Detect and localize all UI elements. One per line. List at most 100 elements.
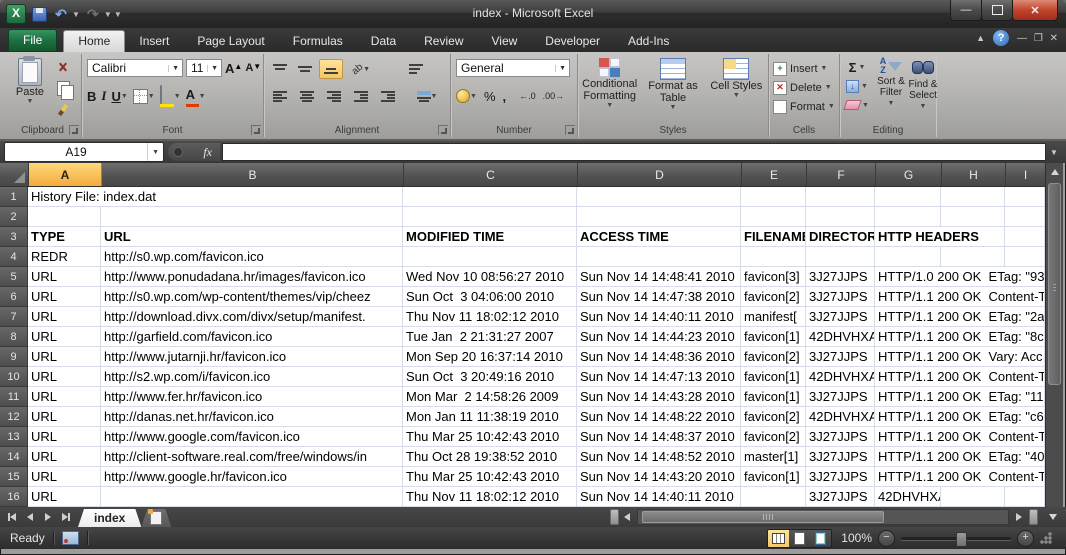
insert-cells-button[interactable]: +Insert▼ [773,59,839,78]
insert-worksheet-button[interactable] [141,509,171,527]
column-header-F[interactable]: F [807,163,876,186]
tab-developer[interactable]: Developer [531,31,614,52]
cell-F11[interactable]: 3J27JJPS [806,387,875,407]
format-cells-button[interactable]: Format▼ [773,97,839,116]
cell-G12[interactable]: HTTP/1.1 200 OK ETag: "c68 [875,407,1045,427]
close-button[interactable]: ✕ [1012,0,1058,21]
cell-G5[interactable]: HTTP/1.0 200 OK ETag: "930 [875,267,1045,287]
cell-G7[interactable]: HTTP/1.1 200 OK ETag: "2ae [875,307,1045,327]
zoom-in-button[interactable]: + [1017,530,1034,547]
row-header-11[interactable]: 11 [0,387,28,407]
cell-I4[interactable] [1005,247,1045,267]
tab-review[interactable]: Review [410,31,477,52]
sheet-tab-index[interactable]: index [78,509,141,527]
fill-dropdown[interactable]: ▼ [861,83,868,90]
font-name-dropdown[interactable]: ▼ [168,65,182,72]
select-all-corner[interactable] [0,163,29,186]
cell-G10[interactable]: HTTP/1.1 200 OK Content-T [875,367,1045,387]
cell-D9[interactable]: Sun Nov 14 14:48:36 2010 [577,347,741,367]
accounting-format-button[interactable]: ▼ [456,87,477,105]
cell-I2[interactable] [1005,207,1045,227]
conditional-formatting-dropdown[interactable]: ▼ [606,102,613,109]
cell-H4[interactable] [941,247,1005,267]
cell-G1[interactable] [875,187,941,207]
cell-E4[interactable] [741,247,806,267]
cell-F1[interactable] [806,187,875,207]
align-middle-button[interactable] [294,60,316,78]
cell-C3[interactable]: MODIFIED TIME [403,227,577,247]
name-box-dropdown[interactable]: ▼ [147,143,163,161]
first-sheet-button[interactable] [4,510,20,524]
cell-G11[interactable]: HTTP/1.1 200 OK ETag: "117 [875,387,1045,407]
minimize-ribbon-icon[interactable]: ▲ [976,33,985,43]
cell-A2[interactable] [28,207,101,227]
hscroll-split-handle[interactable] [1029,509,1038,525]
row-header-4[interactable]: 4 [0,247,28,267]
find-select-dropdown[interactable]: ▼ [920,101,927,112]
macro-record-button[interactable] [62,531,79,545]
cell-E11[interactable]: favicon[1] [741,387,806,407]
cell-E5[interactable]: favicon[3] [741,267,806,287]
hscroll-right-button[interactable] [1011,510,1027,524]
cell-E13[interactable]: favicon[2] [741,427,806,447]
orientation-button[interactable]: ab▼ [346,60,376,78]
zoom-out-button[interactable]: − [878,530,895,547]
cell-F6[interactable]: 3J27JJPS [806,287,875,307]
cell-G4[interactable] [875,247,941,267]
cell-E8[interactable]: favicon[1] [741,327,806,347]
bold-button[interactable]: B [87,87,96,105]
cell-B9[interactable]: http://www.jutarnji.hr/favicon.ico [101,347,403,367]
format-painter-button[interactable] [52,101,74,118]
sort-filter-button[interactable]: AZ Sort & Filter ▼ [876,56,906,112]
cell-D4[interactable] [577,247,741,267]
cell-F7[interactable]: 3J27JJPS [806,307,875,327]
column-header-C[interactable]: C [404,163,578,186]
cell-F16[interactable]: 3J27JJPS [806,487,875,507]
cell-B15[interactable]: http://www.google.hr/favicon.ico [101,467,403,487]
accounting-dropdown[interactable]: ▼ [470,93,477,100]
cell-I1[interactable] [1005,187,1045,207]
cell-C12[interactable]: Mon Jan 11 11:38:19 2010 [403,407,577,427]
cell-I16[interactable] [1005,487,1045,507]
row-header-13[interactable]: 13 [0,427,28,447]
shrink-font-button[interactable]: A▼ [245,59,261,77]
underline-dropdown[interactable]: ▼ [121,93,128,100]
cell-E12[interactable]: favicon[2] [741,407,806,427]
resize-grip[interactable] [1040,532,1052,544]
row-header-8[interactable]: 8 [0,327,28,347]
cell-B6[interactable]: http://s0.wp.com/wp-content/themes/vip/c… [101,287,403,307]
column-header-A[interactable]: A [29,163,102,186]
cell-D13[interactable]: Sun Nov 14 14:48:37 2010 [577,427,741,447]
cell-A10[interactable]: URL [28,367,101,387]
font-color-dropdown[interactable]: ▼ [199,93,206,100]
cell-D2[interactable] [577,207,741,227]
cell-A12[interactable]: URL [28,407,101,427]
row-header-7[interactable]: 7 [0,307,28,327]
cell-B13[interactable]: http://www.google.com/favicon.ico [101,427,403,447]
cell-A5[interactable]: URL [28,267,101,287]
tab-data[interactable]: Data [357,31,410,52]
row-header-12[interactable]: 12 [0,407,28,427]
borders-button[interactable]: ▼ [133,87,155,105]
cell-A6[interactable]: URL [28,287,101,307]
paste-button[interactable]: Paste ▼ [10,58,50,120]
cut-button[interactable] [52,59,74,76]
cell-D8[interactable]: Sun Nov 14 14:44:23 2010 [577,327,741,347]
tab-add-ins[interactable]: Add-Ins [614,31,683,52]
number-dialog-launcher[interactable] [565,125,575,135]
align-bottom-button[interactable] [319,59,343,79]
cell-D16[interactable]: Sun Nov 14 14:40:11 2010 [577,487,741,507]
cell-A16[interactable]: URL [28,487,101,507]
row-header-16[interactable]: 16 [0,487,28,507]
cell-D15[interactable]: Sun Nov 14 14:43:20 2010 [577,467,741,487]
cell-E3[interactable]: FILENAME [741,227,806,247]
cell-B7[interactable]: http://download.divx.com/divx/setup/mani… [101,307,403,327]
format-as-table-dropdown[interactable]: ▼ [670,104,677,111]
tab-file[interactable]: File [8,29,57,52]
column-header-I[interactable]: I [1006,163,1046,186]
cell-C16[interactable]: Thu Nov 11 18:02:12 2010 [403,487,577,507]
column-header-G[interactable]: G [876,163,942,186]
cell-D10[interactable]: Sun Nov 14 14:47:13 2010 [577,367,741,387]
zoom-slider-thumb[interactable] [956,532,967,547]
decrease-decimal-button[interactable]: .00→ [543,87,565,105]
